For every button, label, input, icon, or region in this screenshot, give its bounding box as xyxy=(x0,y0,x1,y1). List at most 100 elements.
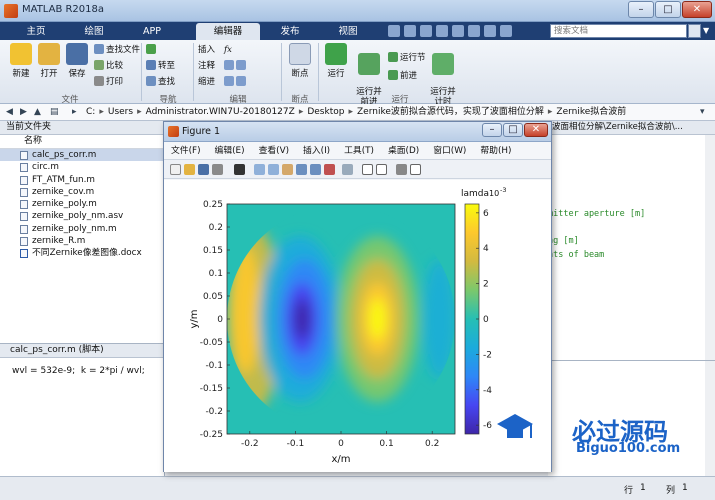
print-button[interactable]: 打印 xyxy=(94,76,123,89)
tab-view[interactable]: 视图 xyxy=(320,23,376,40)
editor-scrollbar[interactable] xyxy=(705,135,715,360)
copy-icon[interactable] xyxy=(420,25,432,37)
phase-map-plot[interactable]: -0.2 -0.1 0 0.1 0.2 0.25 0.2 0.15 0.1 0.05 0 -0.05 -… xyxy=(164,180,551,472)
find-files-button[interactable]: 查找文件 xyxy=(94,44,140,57)
find-button[interactable]: 查找 xyxy=(146,76,175,89)
breadcrumb-item[interactable]: C: xyxy=(86,104,95,120)
maximize-button[interactable]: □ xyxy=(655,1,681,18)
back-icon[interactable]: ◀ xyxy=(6,107,16,117)
hide-tools-icon[interactable] xyxy=(396,164,407,175)
browse-icon[interactable]: ▤ xyxy=(50,107,60,117)
figure-maximize-button[interactable]: □ xyxy=(503,123,523,137)
code-comment-line[interactable]: ng [m] xyxy=(548,236,579,246)
compare-button[interactable]: 比较 xyxy=(94,60,123,73)
print-icon[interactable] xyxy=(212,164,223,175)
insert-function-button[interactable]: fx xyxy=(224,44,232,57)
new-figure-icon[interactable] xyxy=(170,164,181,175)
tab-apps[interactable]: APP xyxy=(124,23,180,40)
breadcrumb-item[interactable]: Desktop xyxy=(307,104,344,120)
row-value: 1 xyxy=(640,483,646,493)
show-tools-icon[interactable] xyxy=(410,164,421,175)
paste-icon[interactable] xyxy=(436,25,448,37)
cut-icon[interactable] xyxy=(404,25,416,37)
zoom-out-icon[interactable] xyxy=(268,164,279,175)
plot-area[interactable]: -0.2 -0.1 0 0.1 0.2 0.25 0.2 0.15 0.1 0.05 0 -0.05 -… xyxy=(164,180,551,472)
colorbar-icon[interactable] xyxy=(362,164,373,175)
tab-home[interactable]: 主页 xyxy=(8,23,64,40)
file-item[interactable]: FT_ATM_fun.m xyxy=(0,174,164,186)
breadcrumb-item[interactable]: Zernike波前拟合源代码，实现了波面相位分解 xyxy=(357,104,544,120)
data-cursor-icon[interactable] xyxy=(310,164,321,175)
file-item[interactable]: zernike_R.m xyxy=(0,235,164,247)
colorbar-tick-label: 6 xyxy=(483,209,489,219)
switch-windows-icon[interactable] xyxy=(484,25,496,37)
comment-tools[interactable] xyxy=(224,60,248,73)
tab-editor[interactable]: 编辑器 xyxy=(196,23,260,40)
search-input[interactable]: 搜索文档 xyxy=(550,24,687,38)
advance-button[interactable]: 前进 xyxy=(388,70,417,83)
save-icon[interactable] xyxy=(198,164,209,175)
file-item[interactable]: zernike_cov.m xyxy=(0,186,164,198)
code-comment-line[interactable]: mitter aperture [m] xyxy=(548,209,645,219)
redo-icon[interactable] xyxy=(468,25,480,37)
menu-file[interactable]: 文件(F) xyxy=(164,143,208,159)
new-button[interactable]: 新建 xyxy=(8,43,34,79)
indent-button[interactable]: 缩进 xyxy=(198,76,215,89)
run-and-time-button[interactable]: 运行并 计时 xyxy=(428,43,458,107)
nav-arrows[interactable] xyxy=(146,44,158,57)
minimize-button[interactable]: – xyxy=(628,1,654,18)
figure-minimize-button[interactable]: – xyxy=(482,123,502,137)
file-item[interactable]: circ.m xyxy=(0,161,164,173)
figure-window[interactable]: Figure 1 – □ ✕ 文件(F) 编辑(E) 查看(V) 插入(I) 工… xyxy=(163,121,552,472)
breakpoints-button[interactable]: 断点 xyxy=(286,43,314,79)
link-plot-icon[interactable] xyxy=(342,164,353,175)
code-comment-line[interactable]: nts of beam xyxy=(548,250,604,260)
rotate-3d-icon[interactable] xyxy=(296,164,307,175)
breadcrumb-item[interactable]: Administrator.WIN7U-20180127Z xyxy=(146,104,295,120)
menu-view[interactable]: 查看(V) xyxy=(252,143,296,159)
help-icon[interactable] xyxy=(500,25,512,37)
breadcrumb-item[interactable]: Users xyxy=(108,104,133,120)
run-button[interactable]: 运行 xyxy=(322,43,350,79)
file-item[interactable]: calc_ps_corr.m xyxy=(0,149,164,162)
figure-close-button[interactable]: ✕ xyxy=(524,123,548,137)
save-icon[interactable] xyxy=(388,25,400,37)
command-scrollbar[interactable] xyxy=(705,361,715,477)
zoom-in-icon[interactable] xyxy=(254,164,265,175)
indent-tools[interactable] xyxy=(224,76,248,89)
address-dropdown-icon[interactable]: ▾ xyxy=(700,107,710,117)
forward-icon[interactable]: ▶ xyxy=(20,107,30,117)
undo-icon[interactable] xyxy=(452,25,464,37)
name-column-header[interactable]: 名称 xyxy=(0,135,164,149)
close-button[interactable]: ✕ xyxy=(682,1,712,18)
up-folder-icon[interactable]: ▲ xyxy=(34,107,44,117)
row-label: 行 xyxy=(624,486,634,496)
pointer-icon[interactable] xyxy=(234,164,245,175)
open-button[interactable]: 打开 xyxy=(36,43,62,79)
menu-insert[interactable]: 插入(I) xyxy=(296,143,337,159)
save-button[interactable]: 保存 xyxy=(64,43,90,79)
pan-icon[interactable] xyxy=(282,164,293,175)
tab-plots[interactable]: 绘图 xyxy=(66,23,122,40)
menu-help[interactable]: 帮助(H) xyxy=(473,143,518,159)
menu-window[interactable]: 窗口(W) xyxy=(426,143,473,159)
editor-tab[interactable]: 波面相位分解\Zernike拟合波前\... xyxy=(548,121,715,135)
chevron-down-icon[interactable]: ▼ xyxy=(703,26,713,36)
breadcrumb-item[interactable]: Zernike拟合波前 xyxy=(556,104,626,120)
file-item[interactable]: 不同Zernike像差图像.docx xyxy=(0,247,164,259)
search-icon[interactable] xyxy=(688,24,701,38)
file-item[interactable]: zernike_poly_nm.asv xyxy=(0,210,164,222)
comment-button[interactable]: 注释 xyxy=(198,60,215,73)
brush-icon[interactable] xyxy=(324,164,335,175)
run-section-button[interactable]: 运行节 xyxy=(388,52,426,65)
goto-button[interactable]: 转至 xyxy=(146,60,175,73)
file-item[interactable]: zernike_poly_nm.m xyxy=(0,223,164,235)
open-file-icon[interactable] xyxy=(184,164,195,175)
menu-edit[interactable]: 编辑(E) xyxy=(208,143,252,159)
file-item[interactable]: zernike_poly.m xyxy=(0,198,164,210)
menu-tools[interactable]: 工具(T) xyxy=(337,143,381,159)
legend-icon[interactable] xyxy=(376,164,387,175)
tab-publish[interactable]: 发布 xyxy=(262,23,318,40)
menu-desktop[interactable]: 桌面(D) xyxy=(381,143,426,159)
insert-button[interactable]: 插入 xyxy=(198,44,215,57)
